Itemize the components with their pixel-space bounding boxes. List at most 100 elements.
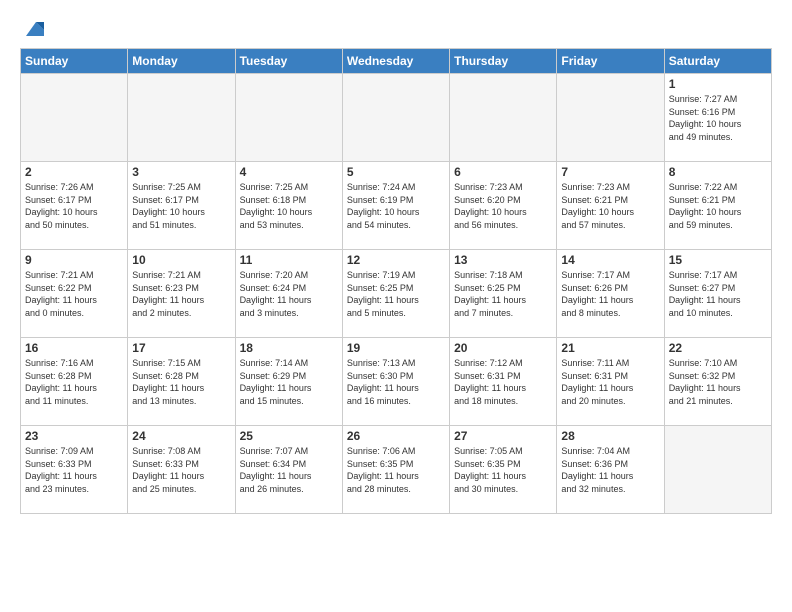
- weekday-saturday: Saturday: [664, 49, 771, 74]
- day-info: Sunrise: 7:06 AM Sunset: 6:35 PM Dayligh…: [347, 445, 445, 495]
- weekday-header-row: SundayMondayTuesdayWednesdayThursdayFrid…: [21, 49, 772, 74]
- day-info: Sunrise: 7:18 AM Sunset: 6:25 PM Dayligh…: [454, 269, 552, 319]
- page: SundayMondayTuesdayWednesdayThursdayFrid…: [0, 0, 792, 612]
- weekday-friday: Friday: [557, 49, 664, 74]
- day-info: Sunrise: 7:17 AM Sunset: 6:26 PM Dayligh…: [561, 269, 659, 319]
- day-19: 19Sunrise: 7:13 AM Sunset: 6:30 PM Dayli…: [342, 338, 449, 426]
- week-row-3: 9 Sunrise: 7:21 AM Sunset: 6:22 PM Daylig…: [21, 250, 772, 338]
- day-26: 26 Sunrise: 7:06 AM Sunset: 6:35 PM Dayli…: [342, 426, 449, 514]
- day-22: 22 Sunrise: 7:10 AM Sunset: 6:32 PM Dayli…: [664, 338, 771, 426]
- day-number: 10: [132, 253, 230, 267]
- day-27: 27 Sunrise: 7:05 AM Sunset: 6:35 PM Dayli…: [450, 426, 557, 514]
- day-4: 4 Sunrise: 7:25 AM Sunset: 6:18 PM Daylig…: [235, 162, 342, 250]
- day-21: 21Sunrise: 7:11 AM Sunset: 6:31 PM Dayli…: [557, 338, 664, 426]
- day-6: 6 Sunrise: 7:23 AM Sunset: 6:20 PM Daylig…: [450, 162, 557, 250]
- day-13: 13 Sunrise: 7:18 AM Sunset: 6:25 PM Dayli…: [450, 250, 557, 338]
- day-number: 22: [669, 341, 767, 355]
- empty-cell: [342, 74, 449, 162]
- day-28: 28Sunrise: 7:04 AM Sunset: 6:36 PM Dayli…: [557, 426, 664, 514]
- empty-cell: [235, 74, 342, 162]
- week-row-4: 16 Sunrise: 7:16 AM Sunset: 6:28 PM Dayli…: [21, 338, 772, 426]
- day-number: 9: [25, 253, 123, 267]
- header: [20, 18, 772, 40]
- weekday-tuesday: Tuesday: [235, 49, 342, 74]
- day-20: 20 Sunrise: 7:12 AM Sunset: 6:31 PM Dayli…: [450, 338, 557, 426]
- day-info: Sunrise: 7:19 AM Sunset: 6:25 PM Dayligh…: [347, 269, 445, 319]
- day-info: Sunrise: 7:23 AM Sunset: 6:21 PM Dayligh…: [561, 181, 659, 231]
- day-info: Sunrise: 7:07 AM Sunset: 6:34 PM Dayligh…: [240, 445, 338, 495]
- calendar: SundayMondayTuesdayWednesdayThursdayFrid…: [20, 48, 772, 514]
- day-8: 8 Sunrise: 7:22 AM Sunset: 6:21 PM Daylig…: [664, 162, 771, 250]
- day-number: 16: [25, 341, 123, 355]
- day-info: Sunrise: 7:22 AM Sunset: 6:21 PM Dayligh…: [669, 181, 767, 231]
- day-info: Sunrise: 7:12 AM Sunset: 6:31 PM Dayligh…: [454, 357, 552, 407]
- day-number: 14: [561, 253, 659, 267]
- day-number: 21: [561, 341, 659, 355]
- day-number: 4: [240, 165, 338, 179]
- day-number: 27: [454, 429, 552, 443]
- day-10: 10 Sunrise: 7:21 AM Sunset: 6:23 PM Dayli…: [128, 250, 235, 338]
- day-2: 2Sunrise: 7:26 AM Sunset: 6:17 PM Daylig…: [21, 162, 128, 250]
- week-row-2: 2Sunrise: 7:26 AM Sunset: 6:17 PM Daylig…: [21, 162, 772, 250]
- day-number: 23: [25, 429, 123, 443]
- day-info: Sunrise: 7:16 AM Sunset: 6:28 PM Dayligh…: [25, 357, 123, 407]
- day-23: 23 Sunrise: 7:09 AM Sunset: 6:33 PM Dayli…: [21, 426, 128, 514]
- weekday-wednesday: Wednesday: [342, 49, 449, 74]
- day-number: 20: [454, 341, 552, 355]
- day-18: 18 Sunrise: 7:14 AM Sunset: 6:29 PM Dayli…: [235, 338, 342, 426]
- day-number: 3: [132, 165, 230, 179]
- empty-cell: [128, 74, 235, 162]
- weekday-monday: Monday: [128, 49, 235, 74]
- day-number: 7: [561, 165, 659, 179]
- day-number: 8: [669, 165, 767, 179]
- day-number: 15: [669, 253, 767, 267]
- day-number: 6: [454, 165, 552, 179]
- day-info: Sunrise: 7:14 AM Sunset: 6:29 PM Dayligh…: [240, 357, 338, 407]
- logo-icon: [22, 18, 44, 40]
- day-7: 7 Sunrise: 7:23 AM Sunset: 6:21 PM Daylig…: [557, 162, 664, 250]
- empty-cell: [21, 74, 128, 162]
- day-number: 13: [454, 253, 552, 267]
- logo: [20, 18, 44, 40]
- day-info: Sunrise: 7:05 AM Sunset: 6:35 PM Dayligh…: [454, 445, 552, 495]
- weekday-thursday: Thursday: [450, 49, 557, 74]
- day-info: Sunrise: 7:24 AM Sunset: 6:19 PM Dayligh…: [347, 181, 445, 231]
- day-25: 25Sunrise: 7:07 AM Sunset: 6:34 PM Dayli…: [235, 426, 342, 514]
- day-info: Sunrise: 7:21 AM Sunset: 6:22 PM Dayligh…: [25, 269, 123, 319]
- day-info: Sunrise: 7:17 AM Sunset: 6:27 PM Dayligh…: [669, 269, 767, 319]
- day-info: Sunrise: 7:13 AM Sunset: 6:30 PM Dayligh…: [347, 357, 445, 407]
- day-info: Sunrise: 7:09 AM Sunset: 6:33 PM Dayligh…: [25, 445, 123, 495]
- day-info: Sunrise: 7:08 AM Sunset: 6:33 PM Dayligh…: [132, 445, 230, 495]
- day-info: Sunrise: 7:25 AM Sunset: 6:18 PM Dayligh…: [240, 181, 338, 231]
- day-info: Sunrise: 7:25 AM Sunset: 6:17 PM Dayligh…: [132, 181, 230, 231]
- day-15: 15 Sunrise: 7:17 AM Sunset: 6:27 PM Dayli…: [664, 250, 771, 338]
- day-number: 18: [240, 341, 338, 355]
- week-row-5: 23 Sunrise: 7:09 AM Sunset: 6:33 PM Dayli…: [21, 426, 772, 514]
- day-14: 14 Sunrise: 7:17 AM Sunset: 6:26 PM Dayli…: [557, 250, 664, 338]
- day-number: 24: [132, 429, 230, 443]
- day-9: 9 Sunrise: 7:21 AM Sunset: 6:22 PM Daylig…: [21, 250, 128, 338]
- day-17: 17 Sunrise: 7:15 AM Sunset: 6:28 PM Dayli…: [128, 338, 235, 426]
- day-number: 11: [240, 253, 338, 267]
- day-3: 3 Sunrise: 7:25 AM Sunset: 6:17 PM Daylig…: [128, 162, 235, 250]
- empty-cell: [450, 74, 557, 162]
- day-number: 12: [347, 253, 445, 267]
- day-info: Sunrise: 7:23 AM Sunset: 6:20 PM Dayligh…: [454, 181, 552, 231]
- day-number: 26: [347, 429, 445, 443]
- day-number: 28: [561, 429, 659, 443]
- day-info: Sunrise: 7:20 AM Sunset: 6:24 PM Dayligh…: [240, 269, 338, 319]
- day-info: Sunrise: 7:27 AM Sunset: 6:16 PM Dayligh…: [669, 93, 767, 143]
- weekday-sunday: Sunday: [21, 49, 128, 74]
- day-info: Sunrise: 7:26 AM Sunset: 6:17 PM Dayligh…: [25, 181, 123, 231]
- day-12: 12 Sunrise: 7:19 AM Sunset: 6:25 PM Dayli…: [342, 250, 449, 338]
- day-24: 24 Sunrise: 7:08 AM Sunset: 6:33 PM Dayli…: [128, 426, 235, 514]
- day-11: 11 Sunrise: 7:20 AM Sunset: 6:24 PM Dayli…: [235, 250, 342, 338]
- day-info: Sunrise: 7:10 AM Sunset: 6:32 PM Dayligh…: [669, 357, 767, 407]
- day-info: Sunrise: 7:21 AM Sunset: 6:23 PM Dayligh…: [132, 269, 230, 319]
- day-16: 16 Sunrise: 7:16 AM Sunset: 6:28 PM Dayli…: [21, 338, 128, 426]
- empty-cell: [664, 426, 771, 514]
- day-number: 17: [132, 341, 230, 355]
- day-5: 5Sunrise: 7:24 AM Sunset: 6:19 PM Daylig…: [342, 162, 449, 250]
- week-row-1: 1Sunrise: 7:27 AM Sunset: 6:16 PM Daylig…: [21, 74, 772, 162]
- day-info: Sunrise: 7:15 AM Sunset: 6:28 PM Dayligh…: [132, 357, 230, 407]
